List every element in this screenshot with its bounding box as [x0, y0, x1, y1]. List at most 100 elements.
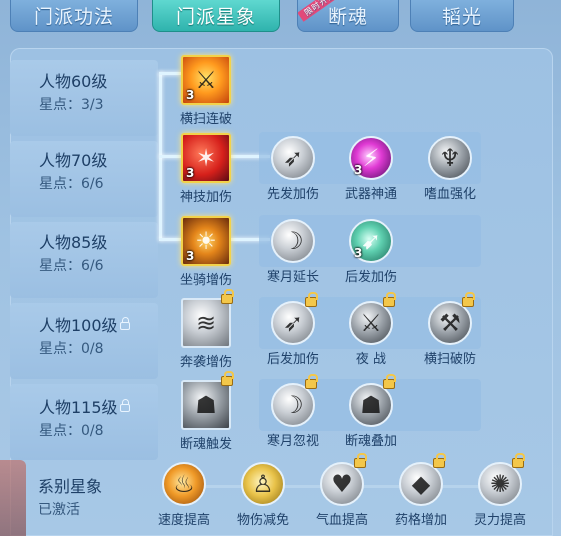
skill-name: 横扫连破: [179, 112, 232, 127]
bloodthirst-icon: ♆: [428, 136, 472, 180]
row-stars: 星点：0/8: [39, 341, 104, 357]
lock-icon: [462, 292, 475, 307]
tab-label: 门派星象: [175, 6, 256, 28]
counter-strike-icon: ➶: [271, 292, 318, 345]
tab-label: 门派功法: [33, 6, 114, 28]
charge-icon: ≋: [181, 289, 234, 348]
skill-soul-break-trigger[interactable]: ☗ 断魂触发: [168, 371, 244, 452]
lock-icon: [119, 399, 130, 412]
skill-divine-damage[interactable]: ✶ 3 神技加伤: [168, 133, 244, 205]
skill-bloodthirst[interactable]: ♆ 嗜血强化: [412, 136, 488, 202]
decoration-ornament: [0, 460, 26, 536]
skill-name: 嗜血强化: [423, 187, 476, 202]
skill-name: 速度提高: [157, 513, 210, 528]
skill-name: 横扫破防: [423, 352, 476, 367]
row-level-text: 人物115级: [39, 398, 118, 417]
skill-name: 坐骑增伤: [179, 273, 232, 288]
skill-sweep-break[interactable]: ⚒ 横扫破防: [412, 292, 488, 367]
tab-sect-skills[interactable]: 门派功法: [10, 0, 138, 32]
skill-name: 寒月忽视: [266, 434, 319, 449]
faction-constellation-status: 已激活: [38, 502, 80, 518]
skill-counter-strike-2[interactable]: ➶ 后发加伤: [255, 292, 331, 367]
skill-soul-stack[interactable]: ☗ 断魂叠加: [333, 374, 409, 449]
row-stars: 星点：0/8: [39, 423, 104, 439]
lock-icon: [221, 289, 234, 304]
row-stars: 星点：6/6: [39, 176, 104, 192]
row-level-label: 人物85级: [39, 233, 108, 252]
tab-sect-constellation[interactable]: 门派星象: [152, 0, 280, 32]
skill-name: 奔袭增伤: [179, 355, 232, 370]
skill-name: 断魂叠加: [344, 434, 397, 449]
skill-cold-moon-extend[interactable]: ☽ 寒月延长: [255, 219, 331, 285]
lock-icon: [383, 292, 396, 307]
row-level-text: 人物100级: [39, 316, 118, 335]
lock-icon: [433, 453, 446, 468]
potion-slot-icon: ◆: [399, 453, 446, 506]
first-strike-icon: ➶: [271, 136, 315, 180]
skill-cold-moon-ignore[interactable]: ☽ 寒月忽视: [255, 374, 331, 449]
skill-level: 3: [186, 249, 195, 263]
tab-label: 断魂: [327, 6, 368, 28]
lock-icon: [119, 317, 130, 330]
constellation-hp[interactable]: ♥ 气血提高: [304, 453, 380, 528]
tab-label: 韬光: [441, 6, 482, 28]
row-level-label: 人物70级: [39, 151, 108, 170]
cold-moon-icon: ☽: [271, 219, 315, 263]
skill-name: 后发加伤: [266, 352, 319, 367]
lock-icon: [383, 374, 396, 389]
skill-night-battle[interactable]: ⚔ 夜 战: [333, 292, 409, 367]
skill-name: 物伤减免: [236, 513, 289, 528]
spirit-icon: ✺: [478, 453, 525, 506]
speed-icon: ♨: [162, 462, 206, 506]
skill-level: 3: [354, 163, 363, 177]
skill-name: 后发加伤: [344, 270, 397, 285]
row-stars: 星点：6/6: [39, 258, 104, 274]
skill-mount-damage[interactable]: ☀ 3 坐骑增伤: [168, 216, 244, 288]
hp-icon: ♥: [320, 453, 367, 506]
skill-name: 神技加伤: [179, 190, 232, 205]
cold-moon-ignore-icon: ☽: [271, 374, 318, 427]
skill-level: 3: [186, 166, 195, 180]
row-level-label: 人物115级: [39, 394, 130, 418]
skill-name: 寒月延长: [266, 270, 319, 285]
lock-icon: [305, 292, 318, 307]
tab-bar: 门派功法 门派星象 限时开放 断魂 韬光: [0, 0, 561, 34]
faction-constellation-title: 系别星象: [38, 477, 103, 496]
mount-damage-icon: ☀ 3: [181, 216, 231, 266]
constellation-potion-slot[interactable]: ◆ 药格增加: [383, 453, 459, 528]
row-level-label: 人物60级: [39, 72, 108, 91]
constellation-speed[interactable]: ♨ 速度提高: [146, 462, 222, 528]
tab-soul-break[interactable]: 限时开放 断魂: [297, 0, 399, 32]
row-stars: 星点：3/3: [39, 97, 104, 113]
skill-name: 先发加伤: [266, 187, 319, 202]
divine-skill-icon: ✶ 3: [181, 133, 231, 183]
constellation-spirit[interactable]: ✺ 灵力提高: [462, 453, 538, 528]
skill-name: 灵力提高: [473, 513, 526, 528]
skill-level: 3: [186, 88, 195, 102]
skill-counter-strike[interactable]: ➹ 3 后发加伤: [333, 219, 409, 285]
skill-name: 药格增加: [394, 513, 447, 528]
night-battle-icon: ⚔: [349, 292, 396, 345]
damage-reduce-icon: ♙: [241, 462, 285, 506]
counter-strike-icon: ➹ 3: [349, 219, 393, 263]
lock-icon: [305, 374, 318, 389]
skill-name: 断魂触发: [179, 437, 232, 452]
skill-level: 3: [354, 246, 363, 260]
skill-charge-damage[interactable]: ≋ 奔袭增伤: [168, 289, 244, 370]
soul-stack-icon: ☗: [349, 374, 396, 427]
sweep-break-icon: ⚒: [428, 292, 475, 345]
skill-name: 夜 战: [355, 352, 387, 367]
skill-name: 武器神通: [344, 187, 397, 202]
skill-weapon-mastery[interactable]: ⚡ 3 武器神通: [333, 136, 409, 202]
lock-icon: [221, 371, 234, 386]
sweeping-strike-icon: ⚔ 3: [181, 55, 231, 105]
weapon-mastery-icon: ⚡ 3: [349, 136, 393, 180]
skill-name: 气血提高: [315, 513, 368, 528]
row-level-label: 人物100级: [39, 312, 130, 336]
constellation-damage-reduce[interactable]: ♙ 物伤减免: [225, 462, 301, 528]
lock-icon: [354, 453, 367, 468]
skill-first-strike[interactable]: ➶ 先发加伤: [255, 136, 331, 202]
skill-sweeping-strike[interactable]: ⚔ 3 横扫连破: [168, 55, 244, 127]
tab-hidden-light[interactable]: 韬光: [410, 0, 514, 32]
lock-icon: [512, 453, 525, 468]
